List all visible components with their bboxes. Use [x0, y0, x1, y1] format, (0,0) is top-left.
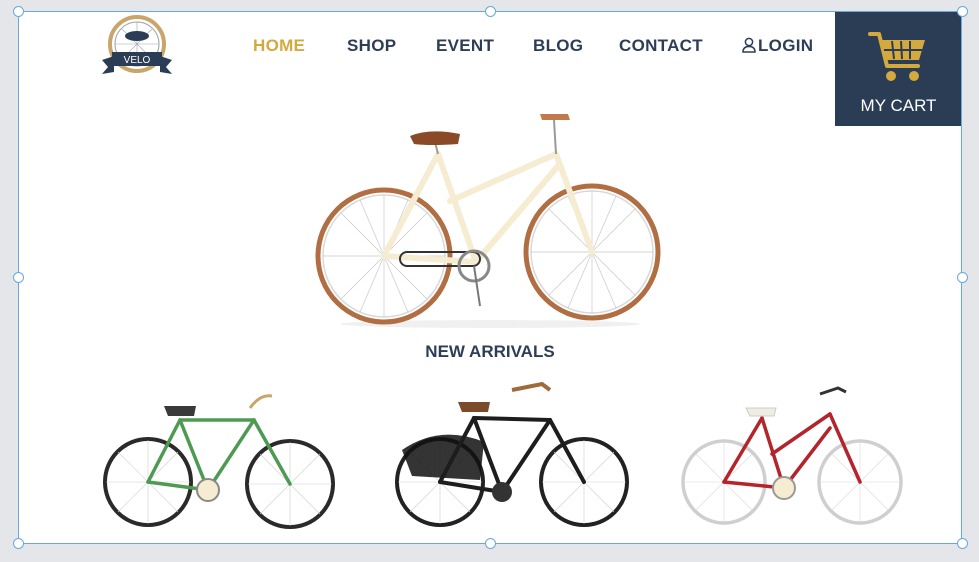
resize-handle-bottom-right[interactable]	[957, 538, 968, 549]
nav-event[interactable]: EVENT	[436, 36, 494, 56]
nav-login[interactable]: LOGIN	[742, 36, 813, 56]
resize-handle-top-right[interactable]	[957, 6, 968, 17]
resize-handle-top-center[interactable]	[485, 6, 496, 17]
resize-handle-bottom-center[interactable]	[485, 538, 496, 549]
product-red-bicycle[interactable]	[680, 384, 904, 528]
my-cart-button[interactable]: MY CART	[835, 12, 962, 126]
product-green-bicycle[interactable]	[100, 384, 338, 530]
nav-home[interactable]: HOME	[253, 36, 305, 56]
nav-login-label: LOGIN	[758, 36, 814, 55]
resize-handle-top-left[interactable]	[13, 6, 24, 17]
nav-shop[interactable]: SHOP	[347, 36, 396, 56]
shopping-cart-icon	[868, 32, 925, 81]
velo-logo[interactable]: VELO	[98, 14, 176, 78]
my-cart-label: MY CART	[860, 96, 937, 115]
resize-handle-bottom-left[interactable]	[13, 538, 24, 549]
resize-handle-middle-left[interactable]	[13, 272, 24, 283]
nav-contact[interactable]: CONTACT	[619, 36, 703, 56]
hero-bicycle-image[interactable]	[310, 106, 670, 328]
logo-text: VELO	[124, 55, 151, 66]
new-arrivals-heading: NEW ARRIVALS	[425, 342, 555, 361]
resize-handle-middle-right[interactable]	[957, 272, 968, 283]
logo-badge-icon: VELO	[102, 15, 172, 74]
nav-blog[interactable]: BLOG	[533, 36, 583, 56]
product-black-bicycle[interactable]	[392, 380, 632, 530]
user-icon	[742, 37, 756, 53]
